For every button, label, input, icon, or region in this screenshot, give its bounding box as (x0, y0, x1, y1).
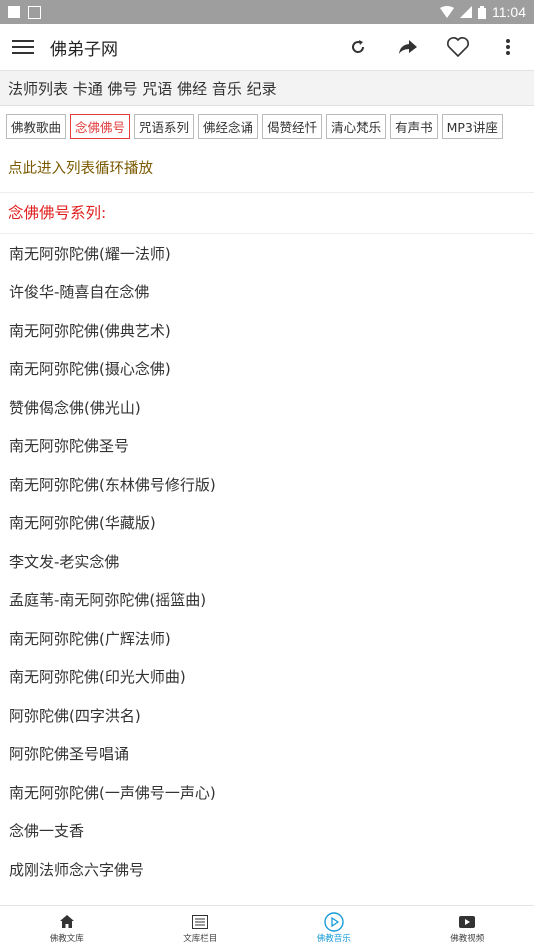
tag-zhouyu-xilie[interactable]: 咒语系列 (134, 114, 195, 139)
category-nav[interactable]: 法师列表 卡通 佛号 咒语 佛经 音乐 纪录 (0, 71, 534, 106)
nav-wenku-lanmu[interactable]: 文库栏目 (134, 906, 268, 950)
list-item[interactable]: 成刚法师念六字佛号 (0, 850, 534, 889)
home-icon (59, 913, 74, 931)
app-title: 佛弟子网 (50, 39, 118, 60)
list-icon (192, 913, 209, 931)
signal-icon (460, 6, 472, 18)
list-item[interactable]: 南无阿弥陀佛(耀一法师) (0, 234, 534, 273)
list-item[interactable]: 南无阿弥陀佛(东林佛号修行版) (0, 465, 534, 504)
nav-label: 佛教音乐 (316, 933, 351, 944)
refresh-icon[interactable] (344, 33, 372, 61)
list-item[interactable]: 阿弥陀佛(四字洪名) (0, 696, 534, 735)
favorite-heart-icon[interactable] (444, 33, 472, 61)
tag-fojing-niansong[interactable]: 佛经念诵 (198, 114, 259, 139)
bottom-navigation: 佛教文库 文库栏目 佛教音乐 佛教视频 (0, 905, 534, 950)
list-item[interactable]: 许俊华-随喜自在念佛 (0, 273, 534, 312)
list-item[interactable]: 阿弥陀佛圣号唱诵 (0, 735, 534, 774)
video-icon (459, 913, 476, 931)
section-title: 念佛佛号系列: (0, 193, 534, 234)
menu-icon[interactable] (12, 36, 34, 58)
list-item[interactable]: 李文发-老实念佛 (0, 542, 534, 581)
list-item[interactable]: 孟庭苇-南无阿弥陀佛(摇篮曲) (0, 581, 534, 620)
list-item[interactable]: 南无阿弥陀佛(佛典艺术) (0, 311, 534, 350)
list-item[interactable]: 南无阿弥陀佛(摄心念佛) (0, 350, 534, 389)
status-time: 11:04 (492, 4, 526, 20)
list-item[interactable]: 南无阿弥陀佛圣号 (0, 427, 534, 466)
tag-list: 佛教歌曲 念佛佛号 咒语系列 佛经念诵 偈赞经忏 清心梵乐 有声书 MP3讲座 (0, 106, 534, 143)
app-toolbar: 佛弟子网 (0, 24, 534, 71)
tag-qingxin-fanyue[interactable]: 清心梵乐 (326, 114, 387, 139)
tag-youshengshu[interactable]: 有声书 (390, 114, 438, 139)
list-item[interactable]: 南无阿弥陀佛(印光大师曲) (0, 658, 534, 697)
list-item[interactable]: 念佛一支香 (0, 812, 534, 851)
track-list: 南无阿弥陀佛(耀一法师) 许俊华-随喜自在念佛 南无阿弥陀佛(佛典艺术) 南无阿… (0, 234, 534, 889)
play-all-loop-link[interactable]: 点此进入列表循环播放 (0, 143, 534, 193)
nav-label: 佛教视频 (450, 933, 485, 944)
notification-square-icon (8, 6, 20, 18)
nav-fojiao-shipin[interactable]: 佛教视频 (401, 906, 534, 950)
battery-icon (478, 5, 486, 19)
list-item[interactable]: 南无阿弥陀佛(一声佛号一声心) (0, 773, 534, 812)
tag-jizan-jingchan[interactable]: 偈赞经忏 (262, 114, 323, 139)
tag-mp3-lecture[interactable]: MP3讲座 (441, 114, 503, 139)
list-item[interactable]: 赞佛偈念佛(佛光山) (0, 388, 534, 427)
tag-fojiao-gequ[interactable]: 佛教歌曲 (6, 114, 67, 139)
nav-fojiao-wenku[interactable]: 佛教文库 (0, 906, 134, 950)
list-item[interactable]: 南无阿弥陀佛(华藏版) (0, 504, 534, 543)
nav-fojiao-yinyue[interactable]: 佛教音乐 (267, 906, 401, 950)
more-vertical-icon[interactable] (494, 33, 522, 61)
wifi-icon (440, 6, 454, 18)
play-circle-icon (324, 911, 344, 932)
nav-label: 文库栏目 (183, 933, 218, 944)
tag-nianfo-fohao[interactable]: 念佛佛号 (70, 114, 131, 139)
notification-a-icon (28, 5, 41, 19)
share-icon[interactable] (394, 33, 422, 61)
status-bar: 11:04 (0, 0, 534, 24)
list-item[interactable]: 南无阿弥陀佛(广辉法师) (0, 619, 534, 658)
nav-label: 佛教文库 (49, 933, 84, 944)
